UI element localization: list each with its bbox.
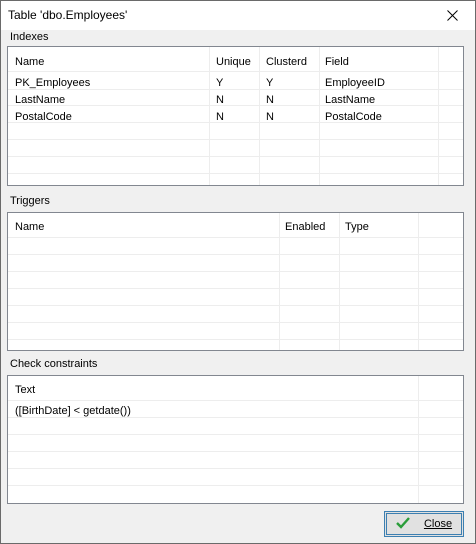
window-title: Table 'dbo.Employees' — [8, 8, 128, 22]
table-row-cell[interactable]: LastName — [15, 94, 65, 106]
check-constraints-grid[interactable]: Text ([BirthDate] < getdate()) — [7, 375, 464, 504]
close-button-label: Close — [423, 518, 453, 530]
table-row-cell[interactable]: Y — [266, 77, 273, 89]
table-row-cell[interactable]: ([BirthDate] < getdate()) — [15, 405, 131, 417]
indexes-header-unique[interactable]: Unique — [216, 56, 251, 68]
indexes-header-name[interactable]: Name — [15, 56, 44, 68]
title-bar: Table 'dbo.Employees' — [1, 1, 475, 30]
checkmark-icon — [396, 516, 410, 532]
table-row-cell[interactable]: N — [216, 94, 224, 106]
table-row-cell[interactable]: EmployeeID — [325, 77, 385, 89]
indexes-header-clustered[interactable]: Clusterd — [266, 56, 307, 68]
triggers-header-type[interactable]: Type — [345, 221, 369, 233]
triggers-header-enabled[interactable]: Enabled — [285, 221, 325, 233]
table-row-cell[interactable]: PostalCode — [15, 111, 72, 123]
indexes-label: Indexes — [10, 31, 49, 43]
table-row-cell[interactable]: LastName — [325, 94, 375, 106]
table-row-cell[interactable]: N — [266, 94, 274, 106]
table-row-cell[interactable]: N — [216, 111, 224, 123]
close-button[interactable]: Close — [384, 511, 464, 537]
table-row-cell[interactable]: PK_Employees — [15, 77, 90, 89]
table-row-cell[interactable]: N — [266, 111, 274, 123]
triggers-grid[interactable]: Name Enabled Type — [7, 212, 464, 351]
indexes-grid[interactable]: Name Unique Clusterd Field PK_Employees … — [7, 46, 464, 186]
close-icon[interactable] — [429, 1, 475, 30]
check-constraints-header-text[interactable]: Text — [15, 384, 35, 396]
dialog-window: Table 'dbo.Employees' Indexes Name Uniqu… — [0, 0, 476, 544]
check-constraints-label: Check constraints — [10, 358, 98, 370]
indexes-header-field[interactable]: Field — [325, 56, 349, 68]
triggers-header-name[interactable]: Name — [15, 221, 44, 233]
triggers-label: Triggers — [10, 195, 50, 207]
table-row-cell[interactable]: PostalCode — [325, 111, 382, 123]
table-row-cell[interactable]: Y — [216, 77, 223, 89]
